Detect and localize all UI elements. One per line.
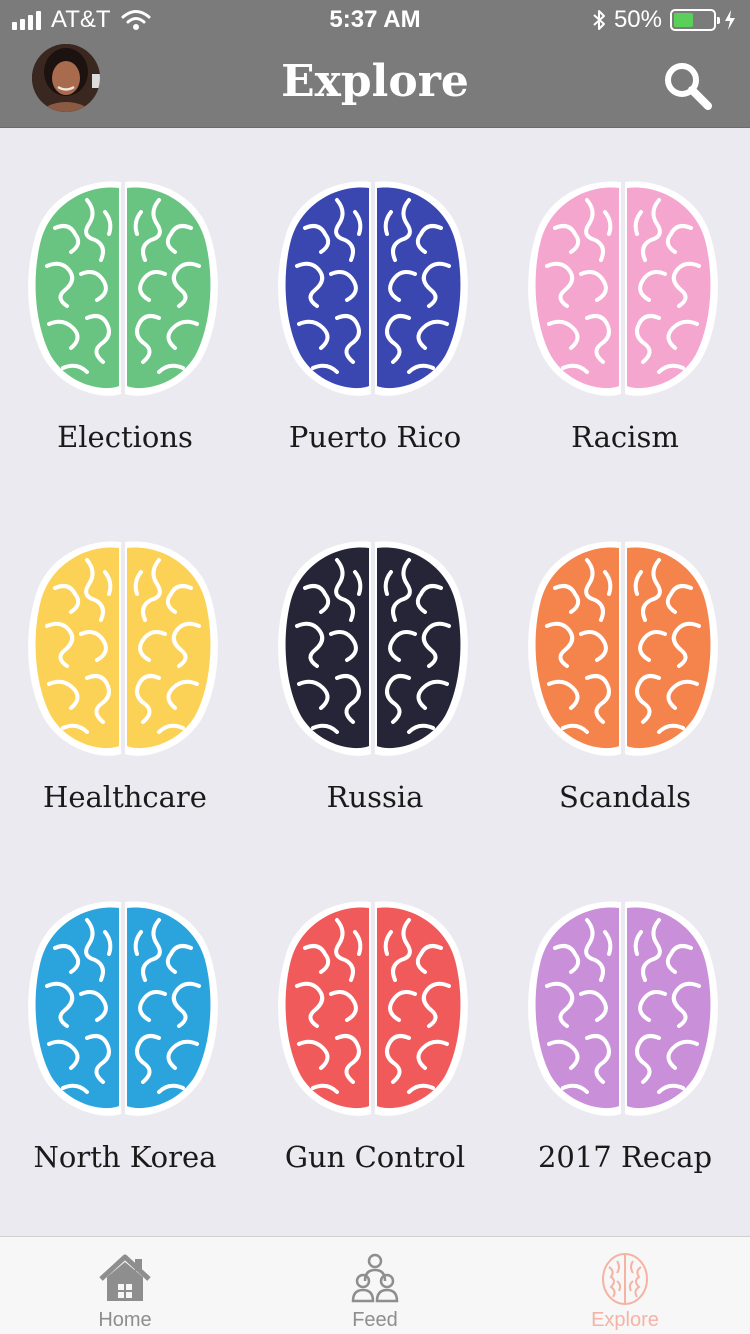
people-icon — [351, 1253, 399, 1303]
brain-icon — [278, 181, 468, 396]
topic-label: Racism — [571, 420, 679, 454]
brain-icon — [28, 901, 218, 1116]
brain-icon — [528, 181, 718, 396]
topic-brain-image — [25, 538, 221, 760]
topic-brain-image — [525, 538, 721, 760]
topic-card[interactable]: Elections — [0, 128, 250, 468]
topic-brain-image — [525, 898, 721, 1120]
topic-label: Scandals — [558, 780, 692, 814]
topic-label: Elections — [57, 420, 193, 454]
tab-feed-label: Feed — [352, 1309, 398, 1331]
topics-grid: Elections Puerto Rico Racism Healthcare Russ… — [0, 128, 750, 1236]
topic-brain-image — [25, 898, 221, 1120]
topic-card[interactable]: Gun Control — [250, 848, 500, 1188]
topic-brain-image — [25, 178, 221, 400]
search-button[interactable] — [660, 58, 714, 112]
topic-brain-image — [525, 178, 721, 400]
search-icon — [665, 63, 712, 110]
battery-icon — [670, 9, 720, 31]
topic-card[interactable]: Puerto Rico — [250, 128, 500, 468]
topic-card[interactable]: Russia — [250, 488, 500, 828]
topic-label: Russia — [326, 780, 424, 814]
brain-icon — [528, 901, 718, 1116]
topic-label: 2017 Recap — [537, 1140, 713, 1174]
topic-label: North Korea — [33, 1140, 217, 1174]
bluetooth-icon — [593, 10, 605, 30]
topic-card[interactable]: North Korea — [0, 848, 250, 1188]
tab-home-label: Home — [98, 1309, 152, 1331]
tab-home[interactable]: Home — [0, 1237, 250, 1334]
charging-icon — [725, 10, 735, 30]
battery-percent: 50% — [613, 6, 662, 33]
topic-label: Healthcare — [43, 780, 207, 814]
page-title: Explore — [281, 56, 469, 107]
brain-icon — [28, 541, 218, 756]
home-icon — [99, 1254, 151, 1301]
brain-icon — [602, 1253, 648, 1305]
navigation-header: AT&T 5:37 AM 50% Explore — [0, 0, 750, 128]
topic-brain-image — [275, 898, 471, 1120]
topic-card[interactable]: 2017 Recap — [500, 848, 750, 1188]
topic-label: Gun Control — [284, 1140, 466, 1174]
topic-card[interactable]: Healthcare — [0, 488, 250, 828]
brain-icon — [528, 541, 718, 756]
topic-label: Puerto Rico — [288, 420, 462, 454]
topic-card[interactable]: Racism — [500, 128, 750, 468]
tab-bar: Home Feed Explore — [0, 1236, 750, 1334]
tab-feed[interactable]: Feed — [250, 1237, 500, 1334]
topic-brain-image — [275, 538, 471, 760]
brain-icon — [28, 181, 218, 396]
topic-card[interactable]: Scandals — [500, 488, 750, 828]
brain-icon — [278, 901, 468, 1116]
status-bar: AT&T 5:37 AM 50% — [0, 0, 750, 40]
brain-icon — [278, 541, 468, 756]
tab-explore-label: Explore — [591, 1309, 659, 1331]
status-right: 50% — [592, 6, 736, 34]
tab-explore[interactable]: Explore — [500, 1237, 750, 1334]
topic-brain-image — [275, 178, 471, 400]
battery-fill — [674, 13, 693, 27]
